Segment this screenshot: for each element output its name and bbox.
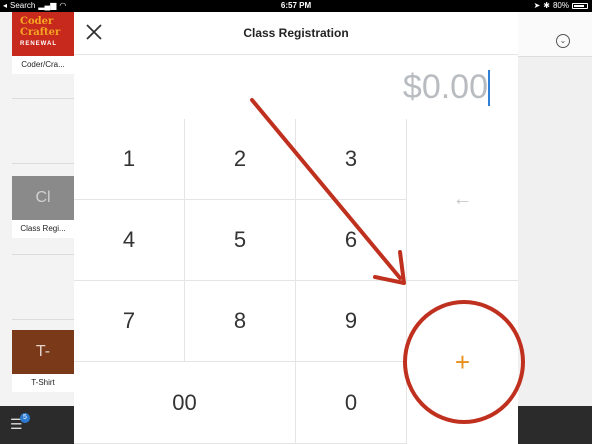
cart-header: ⌄: [518, 12, 592, 57]
bluetooth-icon: ✱: [543, 1, 550, 10]
item-tile-class-registration[interactable]: Cl Class Regi...: [12, 176, 74, 238]
class-registration-modal: Class Registration $0.00 1 2 3 4 5 6 7 8…: [74, 12, 518, 444]
backspace-button[interactable]: ←: [407, 119, 518, 281]
modal-title: Class Registration: [243, 26, 349, 40]
plus-icon: +: [454, 347, 471, 377]
battery-icon: [572, 3, 588, 9]
amount-display[interactable]: $0.00: [74, 54, 518, 120]
item-image-subtext: RENEWAL: [20, 41, 57, 47]
text-caret: [488, 70, 490, 106]
key-00[interactable]: 00: [74, 362, 296, 444]
item-label: Class Regi...: [12, 220, 74, 238]
status-time: 6:57 PM: [280, 1, 312, 10]
key-3[interactable]: 3: [296, 119, 407, 200]
keypad: 1 2 3 4 5 6 7 8 9 00 0 ← +: [74, 119, 518, 444]
status-bar: ◂ Search ▂▄▆ ◠ 6:57 PM ➤ ✱ 80%: [0, 0, 592, 12]
status-right: ➤ ✱ 80%: [534, 0, 588, 12]
add-button[interactable]: +: [407, 281, 518, 444]
item-grid: Coder Crafter RENEWAL Coder/Cra... Cl Cl…: [0, 12, 78, 406]
item-label: Coder/Cra...: [12, 56, 74, 74]
key-5[interactable]: 5: [185, 200, 296, 281]
close-icon[interactable]: [84, 22, 104, 42]
cart-count-badge: 5: [20, 413, 30, 423]
amount-value: $0.00: [402, 68, 488, 106]
key-9[interactable]: 9: [296, 281, 407, 362]
location-icon: ➤: [533, 1, 541, 10]
item-tile-empty[interactable]: [12, 98, 74, 164]
cart-panel: ⌄: [518, 12, 592, 406]
item-image-text: Coder Crafter: [20, 16, 61, 38]
item-image: Coder Crafter RENEWAL: [12, 12, 74, 56]
key-8[interactable]: 8: [185, 281, 296, 362]
backspace-arrow-icon: ←: [452, 188, 473, 210]
item-image: Cl: [12, 176, 74, 220]
key-1[interactable]: 1: [74, 119, 185, 200]
item-label: T-Shirt: [12, 374, 74, 392]
key-7[interactable]: 7: [74, 281, 185, 362]
key-6[interactable]: 6: [296, 200, 407, 281]
item-tile-coder-crafter[interactable]: Coder Crafter RENEWAL Coder/Cra...: [12, 12, 74, 74]
modal-header: Class Registration: [74, 12, 518, 55]
chevron-down-icon[interactable]: ⌄: [556, 34, 570, 48]
item-tile-t-shirt[interactable]: T- T-Shirt: [12, 330, 74, 392]
item-tile-empty[interactable]: [12, 254, 74, 320]
battery-percent: 80%: [552, 1, 569, 10]
item-image: T-: [12, 330, 74, 374]
key-0[interactable]: 0: [296, 362, 407, 444]
key-4[interactable]: 4: [74, 200, 185, 281]
key-2[interactable]: 2: [185, 119, 296, 200]
